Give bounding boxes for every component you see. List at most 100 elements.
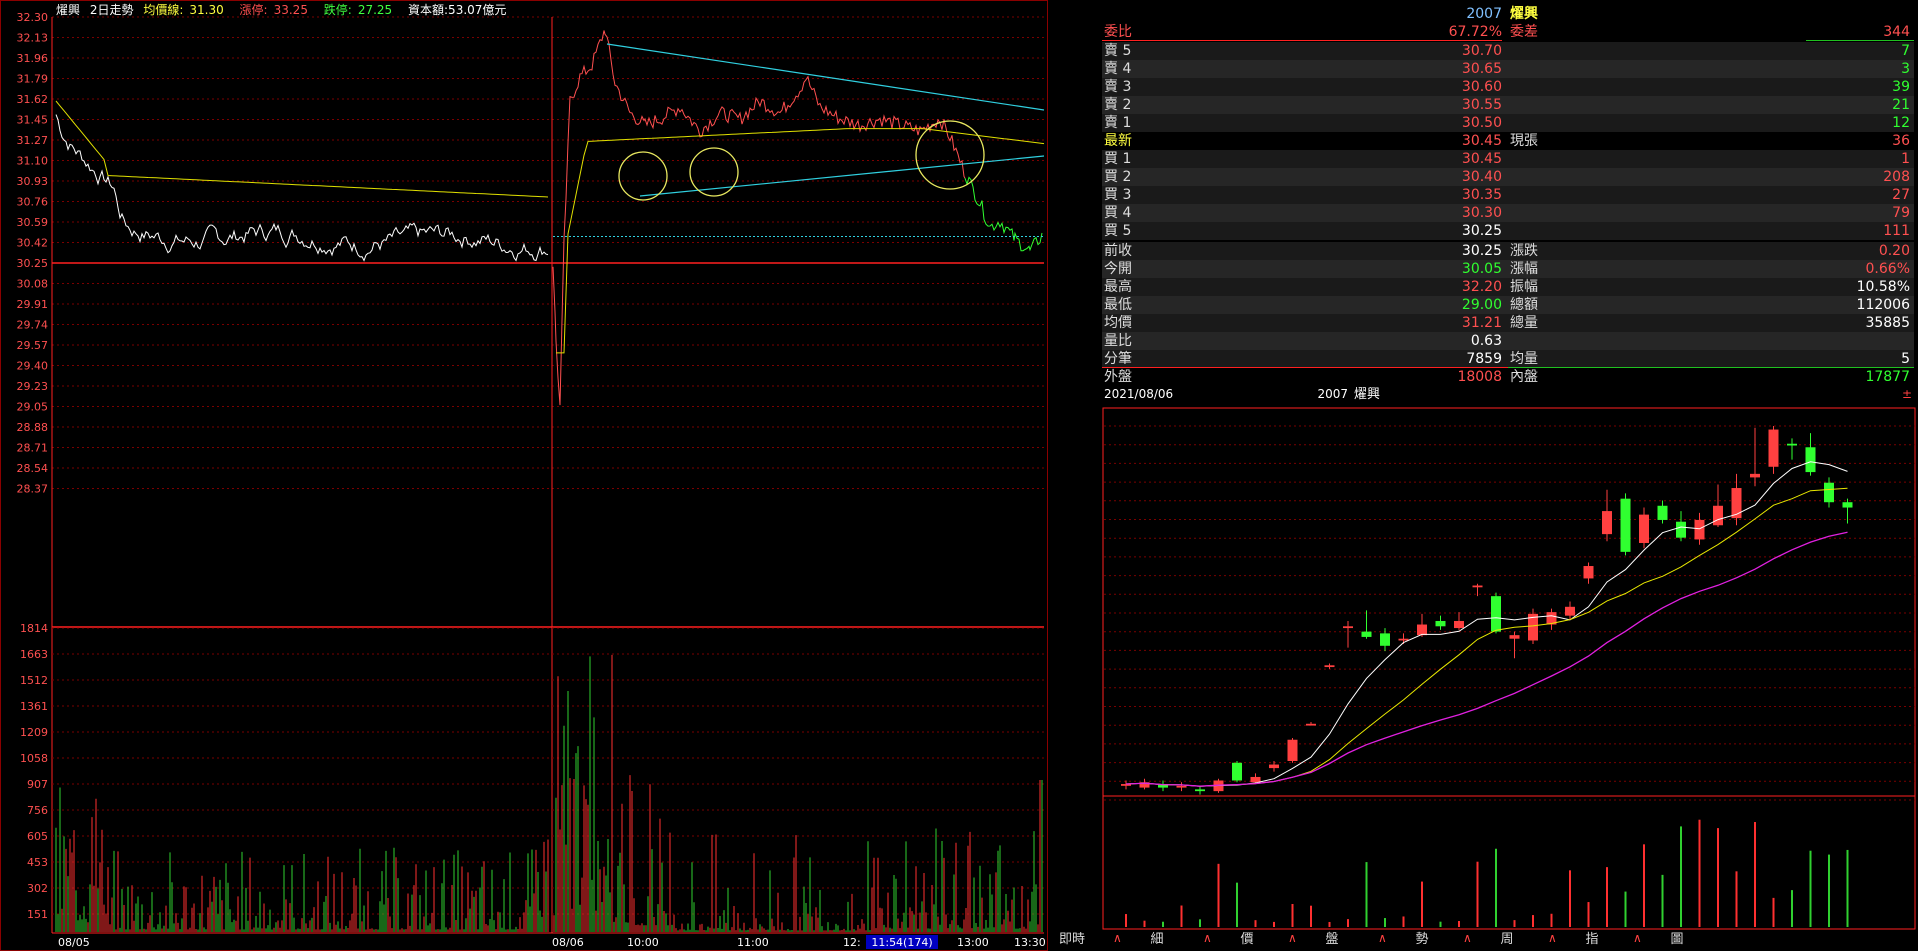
kline-candle: [1232, 762, 1242, 781]
bid-price: 30.25: [1461, 223, 1502, 239]
outer-inner-row: 外盤 18008 內盤 17877: [1102, 368, 1914, 386]
stat-value: 30.25: [1461, 243, 1502, 259]
tab-7[interactable]: 圖: [1657, 929, 1697, 951]
bid-label: 買 5: [1104, 223, 1132, 239]
kline-candle: [1676, 521, 1686, 538]
stat-value-2: 112006: [1856, 297, 1910, 313]
tab-0[interactable]: 即時: [1052, 929, 1092, 951]
price-tick: 31.96: [17, 52, 49, 65]
ratio-bar-green: [1806, 40, 1914, 41]
ask-row: 賣 2 30.55 21: [1102, 96, 1914, 114]
kline-candle: [1417, 624, 1427, 636]
tab-4[interactable]: 勢: [1402, 929, 1442, 951]
kline-candle: [1694, 519, 1705, 540]
kline-candle: [1805, 447, 1816, 473]
outer-label: 外盤: [1104, 369, 1132, 385]
kline-candle: [1361, 631, 1372, 637]
volume-tick: 605: [27, 830, 48, 843]
daily-kline-chart[interactable]: 2021/08/062007燿興±34.9033.8532.7931.7430.…: [1048, 386, 1918, 931]
kline-candle: [1620, 498, 1631, 552]
tab-3[interactable]: 盤: [1312, 929, 1352, 951]
bid-qty: 79: [1892, 205, 1910, 221]
price-tick: 31.79: [17, 73, 49, 86]
price-tick: 29.05: [17, 401, 49, 414]
bid-label: 買 3: [1104, 187, 1132, 203]
stat-value: 32.20: [1461, 279, 1502, 295]
kline-candle: [1195, 789, 1205, 792]
stat-label-2: 振幅: [1510, 279, 1538, 295]
tab-separator-icon: ∧: [1113, 931, 1122, 945]
kline-candle: [1731, 488, 1742, 519]
quote-panel: 2007 燿興 委比 67.72% 委差 344 賣 5 30.70 7 賣 4 30.65 3 賣 3…: [1102, 5, 1914, 385]
cur-vol-value: 36: [1892, 133, 1910, 149]
ask-price: 30.65: [1461, 61, 1502, 77]
price-line-day2-down: [964, 176, 1043, 252]
tab-6[interactable]: 指: [1572, 929, 1612, 951]
kline-candle: [1713, 505, 1723, 526]
ask-qty: 12: [1892, 115, 1910, 131]
volume-tick: 302: [27, 882, 48, 895]
volume-tick: 1663: [20, 648, 48, 661]
bid-qty: 208: [1883, 169, 1910, 185]
bid-price: 30.45: [1461, 151, 1502, 167]
bid-price: 30.35: [1461, 187, 1502, 203]
volume-tick: 756: [27, 804, 48, 817]
stat-label: 量比: [1104, 333, 1132, 349]
kline-corner: ±: [1902, 387, 1912, 401]
price-tick: 31.27: [17, 134, 49, 147]
highlight-circle: [618, 151, 668, 201]
tab-separator-icon: ∧: [1633, 931, 1642, 945]
avg-line-day2: [556, 128, 1045, 354]
kline-candle: [1787, 443, 1797, 446]
intraday-chart[interactable]: 32.306.78%32.136.21%31.965.65%31.795.08%…: [0, 0, 1048, 951]
trend-upper: [606, 43, 1045, 111]
ask-label: 賣 4: [1104, 61, 1132, 77]
kline-candle: [1583, 566, 1594, 579]
stat-row: 最高 32.20 振幅 10.58%: [1102, 278, 1914, 296]
ask-row: 賣 1 30.50 12: [1102, 114, 1914, 132]
kline-candle: [1343, 626, 1353, 629]
kline-candle: [1250, 776, 1261, 783]
kline-candle: [1454, 620, 1464, 629]
bottom-tab-bar: 即時 細 ∧ 價 ∧ 盤 ∧ 勢 ∧ 周 ∧ 指 ∧ 圖 ∧: [1052, 929, 1918, 951]
kline-candle: [1842, 502, 1853, 508]
stat-value: 30.05: [1461, 261, 1502, 277]
quote-title: 2007 燿興: [1102, 5, 1914, 23]
ask-price: 30.60: [1461, 79, 1502, 95]
volume-tick: 1361: [20, 700, 48, 713]
stat-label: 今開: [1104, 261, 1132, 277]
stat-value: 0.63: [1470, 333, 1502, 349]
stat-label: 最低: [1104, 297, 1132, 313]
outer-value: 18008: [1457, 369, 1502, 385]
price-tick: 30.59: [17, 216, 49, 229]
cur-vol-label: 現張: [1510, 133, 1538, 149]
tab-5[interactable]: 周: [1487, 929, 1527, 951]
price-line-day1: [55, 114, 549, 262]
inner-value: 17877: [1865, 369, 1910, 385]
volume-tick: 1058: [20, 752, 48, 765]
stat-value-2: 5: [1901, 351, 1910, 367]
stat-row: 分筆 7859 均量 5: [1102, 350, 1914, 368]
price-tick: 30.25: [17, 257, 49, 270]
ask-price: 30.70: [1461, 43, 1502, 59]
tab-1[interactable]: 細: [1137, 929, 1177, 951]
volume-tick: 453: [27, 856, 48, 869]
time-label: 11:00: [737, 936, 769, 949]
stat-row: 今開 30.05 漲幅 0.66%: [1102, 260, 1914, 278]
stat-row: 最低 29.00 總額 112006: [1102, 296, 1914, 314]
price-tick: 31.45: [17, 114, 49, 127]
price-tick: 31.10: [17, 155, 49, 168]
tab-2[interactable]: 價: [1227, 929, 1267, 951]
ask-price: 30.55: [1461, 97, 1502, 113]
kline-candle: [1269, 764, 1279, 769]
bid-price: 30.30: [1461, 205, 1502, 221]
ask-label: 賣 1: [1104, 115, 1132, 131]
price-tick: 29.74: [17, 319, 49, 332]
stat-value-2: 0.20: [1878, 243, 1910, 259]
ratio-row: 委比 67.72% 委差 344: [1102, 23, 1914, 41]
kline-candle: [1398, 638, 1409, 641]
kline-candle: [1565, 606, 1575, 616]
stat-label: 前收: [1104, 243, 1132, 259]
price-tick: 29.40: [17, 360, 49, 373]
ma20-line: [1125, 531, 1848, 787]
